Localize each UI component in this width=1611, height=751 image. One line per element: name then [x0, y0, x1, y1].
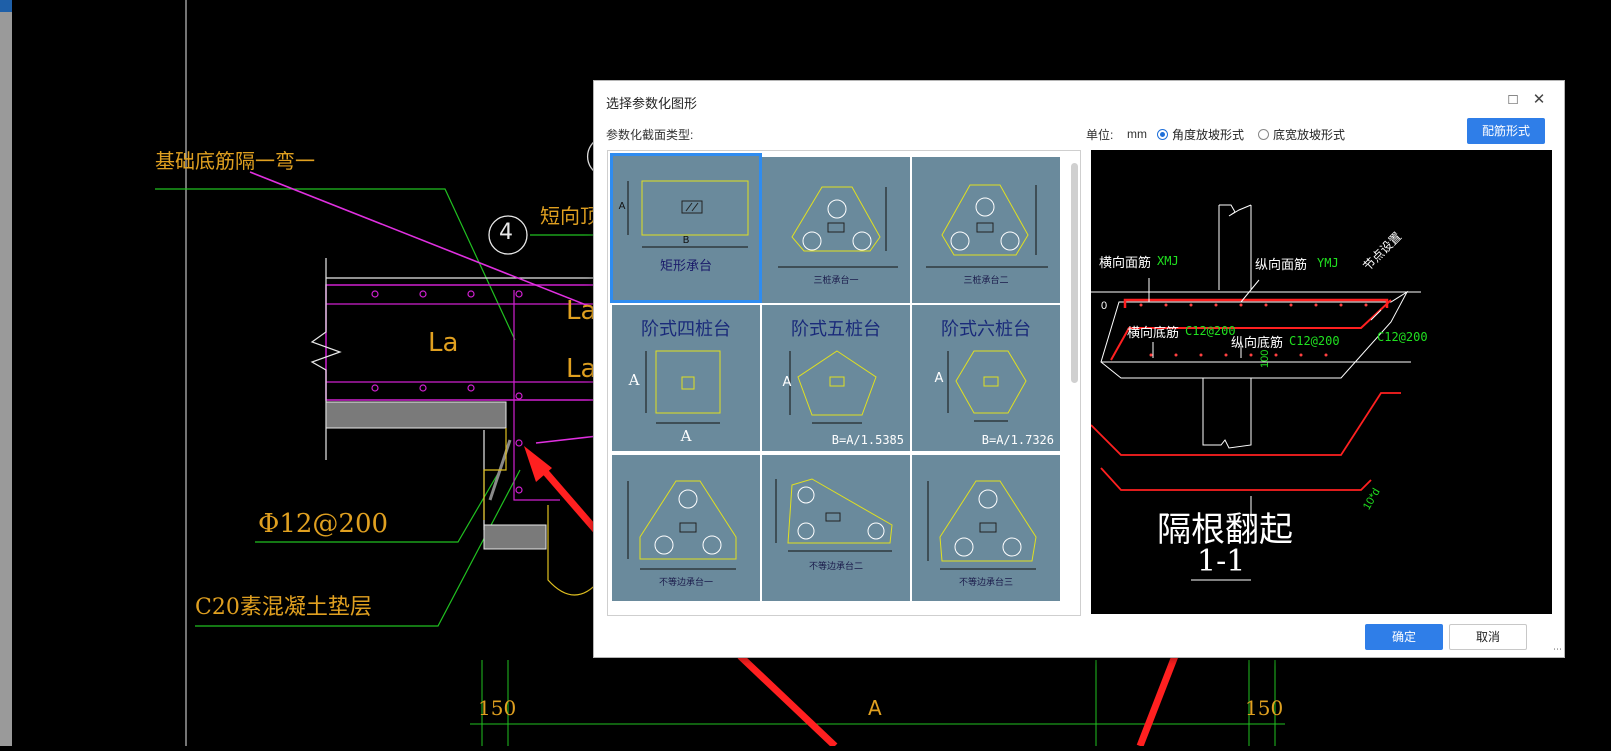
ok-button[interactable]: 确定: [1365, 624, 1443, 650]
cad-dim-150-right: 150: [1245, 696, 1284, 720]
cad-label-la-right-1: La: [566, 296, 597, 326]
maximize-icon[interactable]: □: [1502, 89, 1524, 111]
rebar-form-button[interactable]: 配筋形式: [1467, 118, 1545, 144]
radio-angle-label: 角度放坡形式: [1172, 128, 1245, 142]
dim-a-label: A: [618, 201, 626, 212]
preview-h-bottom-spec: C12@200: [1185, 324, 1236, 338]
cad-label-la-left: La: [428, 328, 459, 358]
preview-dim-100: 100: [1259, 349, 1271, 368]
section-type-gallery: A B 矩形承台 三桩承台一 三桩承台二 阶式四桩台 A A 阶式五桩台 A B…: [607, 150, 1081, 616]
preview-section-title: 1-1: [1197, 544, 1246, 579]
dim-a-label: A: [680, 427, 692, 445]
gallery-item-unequal-cap-2[interactable]: 不等边承台二: [762, 455, 910, 601]
radio-width-slope[interactable]: 底宽放坡形式: [1258, 126, 1345, 143]
cad-label-cushion: C20素混凝土垫层: [195, 595, 372, 620]
rect-cap-thumbnail: [627, 180, 749, 248]
radio-selected-icon: [1157, 129, 1168, 140]
gallery-item-three-pile-1[interactable]: 三桩承台一: [762, 157, 910, 303]
preview-v-top-label: 纵向面筋: [1255, 257, 1308, 272]
cad-corner-accent: [0, 0, 12, 12]
radio-unselected-icon: [1258, 129, 1269, 140]
resize-grip-icon[interactable]: ⋯: [1553, 644, 1562, 655]
gallery-item-rect-cap[interactable]: A B 矩形承台: [610, 153, 762, 303]
dim-a-label: A: [934, 371, 944, 386]
dim-a-label: A: [628, 371, 640, 389]
radio-angle-slope[interactable]: 角度放坡形式: [1157, 126, 1244, 143]
formula-label: B=A/1.7326: [981, 433, 1054, 447]
cad-dim-a: A: [868, 696, 882, 720]
unit-value: mm: [1127, 127, 1147, 141]
gallery-caption: 不等边承台一: [658, 578, 713, 588]
cad-label-rebar-note: 基础底筋隔一弯一: [155, 149, 315, 173]
unit-label: 单位:: [1086, 128, 1114, 142]
gallery-item-three-pile-2[interactable]: 三桩承台二: [912, 157, 1060, 303]
cad-left-panel-edge: [0, 0, 12, 746]
cad-label-la-right-2: La: [566, 354, 597, 384]
cad-axis-number: 4: [499, 220, 513, 245]
formula-label: B=A/1.5385: [831, 433, 904, 447]
gallery-item-stepped-six-pile[interactable]: 阶式六桩台 A B=A/1.7326: [912, 305, 1060, 451]
preview-right-spec: C12@200: [1377, 330, 1428, 344]
preview-h-bottom-label: 横向底筋: [1127, 325, 1180, 340]
gallery-caption: 三桩承台二: [963, 276, 1009, 286]
gallery-item-unequal-cap-1[interactable]: 不等边承台一: [612, 455, 760, 601]
preview-h-top-code: XMJ: [1157, 254, 1179, 268]
cad-dim-150-left: 150: [478, 696, 517, 720]
gallery-caption: 三桩承台一: [813, 276, 859, 286]
section-preview: 横向面筋 XMJ 纵向面筋 YMJ 节点设置 0 横向底筋 C12@200 纵向…: [1091, 150, 1552, 614]
dim-a-label: A: [782, 375, 792, 390]
gallery-item-stepped-four-pile[interactable]: 阶式四桩台 A A: [612, 305, 760, 451]
gallery-caption: 不等边承台三: [958, 578, 1013, 588]
preview-v-bottom-label: 纵向底筋: [1231, 335, 1284, 350]
parametric-shape-dialog: 选择参数化图形 □ ✕ 参数化截面类型: 单位: mm 角度放坡形式 底宽放坡形…: [593, 80, 1565, 658]
cancel-button[interactable]: 取消: [1449, 624, 1527, 650]
gallery-caption: 矩形承台: [659, 259, 712, 274]
close-icon[interactable]: ✕: [1528, 89, 1550, 111]
gallery-scrollbar[interactable]: [1071, 163, 1078, 383]
section-type-label: 参数化截面类型:: [606, 128, 694, 142]
gallery-caption: 阶式六桩台: [941, 319, 1031, 340]
gallery-caption: 阶式五桩台: [791, 319, 881, 340]
gallery-caption: 阶式四桩台: [641, 319, 731, 340]
radio-width-label: 底宽放坡形式: [1273, 128, 1346, 142]
unequal-cap-2-thumbnail: [775, 478, 893, 552]
preview-zero-label: 0: [1101, 300, 1108, 312]
preview-v-top-code: YMJ: [1317, 256, 1339, 270]
preview-h-top-label: 横向面筋: [1099, 255, 1152, 270]
preview-v-bottom-spec: C12@200: [1289, 334, 1340, 348]
gallery-caption: 不等边承台二: [808, 562, 863, 572]
gallery-item-unequal-cap-3[interactable]: 不等边承台三: [912, 455, 1060, 601]
dim-b-label: B: [682, 235, 690, 246]
dialog-title: 选择参数化图形: [606, 96, 698, 111]
cad-label-rebar-spec: Φ12@200: [258, 509, 389, 539]
gallery-item-stepped-five-pile[interactable]: 阶式五桩台 A B=A/1.5385: [762, 305, 910, 451]
